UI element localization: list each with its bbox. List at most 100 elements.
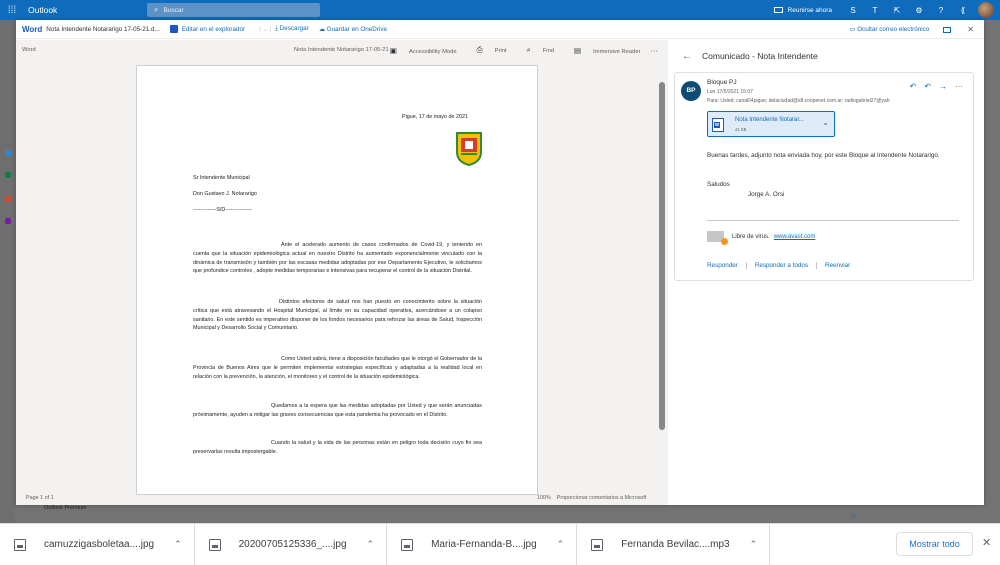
find-button[interactable]: ⌕ Find	[517, 45, 554, 55]
accessibility-icon: ▣	[389, 45, 397, 55]
forward-button[interactable]: Reenviar	[825, 262, 858, 269]
email-card: BP Bloque PJ Lun 17/5/2021 15:07 Para: U…	[674, 72, 974, 281]
recipients: Para: Usted; canal04pigue; delaciudad@s8…	[707, 98, 890, 104]
doc-app-label: Word	[22, 47, 36, 53]
paragraph-5: Cuando la salud y la vida de las persona…	[193, 440, 482, 455]
download-item[interactable]: Maria-Fernanda-B....jpg ⌃	[387, 523, 578, 565]
recipient-line-3: -------------S/D---------------	[193, 207, 253, 213]
word-label: Word	[22, 24, 43, 34]
zoom-level[interactable]: 100%	[537, 495, 551, 501]
hide-email-button[interactable]: ▭ Ocultar correo electrónico	[849, 26, 929, 33]
reply-icon[interactable]: ↶	[910, 82, 917, 91]
find-label: Find	[542, 48, 555, 54]
app-name[interactable]: Outlook	[28, 5, 57, 15]
accessibility-label: Accessibility Mode	[408, 48, 457, 55]
left-rail	[0, 20, 15, 530]
chevron-down-icon[interactable]: ⌄	[822, 118, 829, 127]
word-file-icon: W	[712, 118, 724, 132]
download-item-name: camuzzigasboletaa....jpg	[44, 539, 155, 550]
feedback-icon[interactable]: ⇱	[886, 6, 908, 15]
download-label: Descargar	[279, 25, 309, 32]
email-date: Lun 17/5/2021 15:07	[707, 89, 753, 95]
skype-icon[interactable]: S	[842, 6, 864, 15]
print-icon: ⎙	[476, 45, 483, 54]
reply-all-button[interactable]: Responder a todos	[755, 262, 818, 269]
file-name: Nota Intendente Notararigo 17-05-21.d...	[46, 25, 160, 33]
viewer-toolbar: Word Nota Intendente Notararigo 17-05-21…	[16, 20, 984, 39]
feedback-link[interactable]: 100% Proporcionar comentarios a Microsof…	[537, 495, 646, 501]
print-label: Print	[494, 48, 507, 54]
print-button[interactable]: ⎙ Print	[467, 45, 507, 55]
feedback-label: Proporcionar comentarios a Microsoft	[556, 495, 647, 501]
accessibility-mode-button[interactable]: ▣ Accessibility Mode	[380, 46, 457, 55]
back-arrow-icon[interactable]: ←	[682, 51, 692, 62]
chevron-up-icon[interactable]: ⌃	[557, 539, 565, 550]
image-file-icon	[14, 538, 26, 551]
save-onedrive-button[interactable]: ☁ Guardar en OneDrive	[319, 26, 387, 33]
mail-icon[interactable]	[5, 150, 11, 156]
letter-date: Pigue, 17 de mayo de 2021	[402, 114, 468, 120]
show-all-button[interactable]: Mostrar todo	[896, 532, 973, 556]
chevron-up-icon[interactable]: ⌃	[750, 539, 758, 550]
video-camera-icon	[773, 7, 783, 13]
recipient-line-2: Don Gustavo J. Notararigo	[193, 191, 257, 197]
reply-links: Responder Responder a todos Reenviar	[707, 262, 866, 269]
downloads-bar: camuzzigasboletaa....jpg ⌃ 20200705125336…	[0, 523, 1000, 565]
email-body-closing: Saludos	[707, 181, 730, 188]
attachment-name: Nota Intendente Notarar...	[735, 117, 805, 123]
onenote-icon[interactable]	[5, 218, 11, 224]
reply-all-icon[interactable]: ↶	[924, 82, 931, 91]
search-box[interactable]: ⌕ Buscar	[147, 3, 320, 17]
sender-avatar[interactable]: BP	[681, 81, 701, 101]
close-downloads-icon[interactable]: ✕	[982, 536, 991, 549]
audio-file-icon	[591, 538, 604, 551]
excel-icon[interactable]	[5, 172, 11, 178]
settings-icon[interactable]: ⚙	[908, 6, 930, 15]
chevron-up-icon[interactable]: ⌃	[367, 539, 375, 550]
avast-link[interactable]: www.avast.com	[774, 234, 816, 240]
download-item[interactable]: Fernanda Bevilac....mp3 ⌃	[577, 523, 771, 565]
email-pane: ← Comunicado - Nota Intendente BP Bloque…	[668, 40, 984, 505]
image-file-icon	[401, 538, 414, 551]
close-icon[interactable]: ✕	[967, 25, 974, 34]
popout-icon[interactable]	[943, 26, 952, 33]
powerpoint-icon[interactable]	[5, 196, 11, 202]
email-subject: Comunicado - Nota Intendente	[702, 51, 818, 61]
more-actions-icon[interactable]: ···	[955, 82, 963, 91]
meet-now-button[interactable]: Reunirse ahora	[773, 6, 832, 14]
search-icon: ⌕	[154, 5, 159, 14]
edit-in-browser-button[interactable]: Editar en el explorador	[182, 26, 245, 33]
download-item[interactable]: 20200705125336_....jpg ⌃	[195, 523, 388, 565]
cloud-icon: ☁	[318, 25, 327, 33]
hide-email-label: Ocultar correo electrónico	[857, 26, 930, 33]
document-pane: Word Nota Intendente Notararigo 17-05-21…	[16, 40, 668, 505]
attachment-viewer: Word Nota Intendente Notararigo 17-05-21…	[16, 20, 984, 505]
meet-now-label: Reunirse ahora	[787, 6, 832, 14]
chevron-up-icon[interactable]: ⌃	[174, 539, 182, 550]
app-launcher-icon[interactable]: ⁞⁞⁞	[0, 5, 24, 16]
megaphone-icon[interactable]: ⟪	[952, 6, 974, 15]
attachment-card[interactable]: W Nota Intendente Notarar... 41 KB ⌄	[707, 111, 835, 137]
help-icon[interactable]: ?	[930, 6, 952, 15]
immersive-label: Immersive Reader	[593, 48, 641, 55]
paragraph-3: Como Usted sabrá, tiene a disposición fa…	[193, 356, 482, 380]
background-premium-label: Outlook Premium	[44, 505, 87, 511]
municipal-crest-logo	[456, 132, 482, 166]
document-scrollbar[interactable]	[659, 82, 665, 430]
teams-icon[interactable]: T	[864, 6, 886, 15]
chevron-down-icon[interactable]: | ⌄ |	[259, 26, 271, 33]
download-button[interactable]: ⤓ Descargar	[275, 25, 309, 33]
more-options-icon[interactable]: ···	[651, 46, 659, 55]
virus-free-notice: Libre de virus. www.avast.com	[707, 231, 816, 245]
forward-icon[interactable]: →	[939, 82, 947, 91]
paragraph-4: Quedamos a la espera que las medidas ado…	[193, 403, 482, 418]
download-item[interactable]: camuzzigasboletaa....jpg ⌃	[0, 523, 195, 565]
immersive-reader-button[interactable]: ▤ Immersive Reader	[564, 46, 640, 55]
sender-name[interactable]: Bloque PJ	[707, 79, 737, 86]
reply-button[interactable]: Responder	[707, 262, 747, 269]
save-onedrive-label: Guardar en OneDrive	[326, 25, 387, 33]
attachment-size: 41 KB	[735, 127, 747, 132]
user-avatar[interactable]	[978, 2, 994, 18]
find-icon: ⌕	[526, 45, 531, 54]
paragraph-2: Distintos efectores de salud nos han pue…	[193, 299, 482, 332]
